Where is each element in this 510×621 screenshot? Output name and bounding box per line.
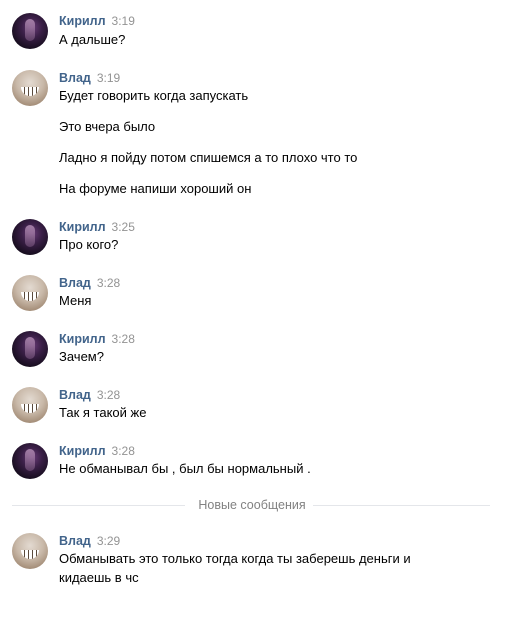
message-text: Про кого? [59, 237, 119, 252]
message-text: Меня [59, 293, 92, 308]
message-header: Кирилл 3:28 [59, 443, 135, 459]
author-name[interactable]: Кирилл [59, 331, 106, 347]
new-messages-label: Новые сообщения [198, 498, 306, 512]
message-header: Влад 3:19 [59, 70, 120, 86]
message-header: Кирилл 3:19 [59, 13, 135, 29]
message-time[interactable]: 3:19 [112, 13, 135, 29]
message-text: Ладно я пойду потом спишемся а то плохо … [59, 150, 358, 165]
message-time[interactable]: 3:25 [112, 219, 135, 235]
author-name[interactable]: Влад [59, 70, 91, 86]
author-name[interactable]: Кирилл [59, 219, 106, 235]
new-messages-divider: Новые сообщения [12, 497, 490, 513]
message-header: Влад 3:28 [59, 275, 120, 291]
author-name[interactable]: Влад [59, 275, 91, 291]
avatar[interactable] [12, 219, 48, 255]
message-header: Влад 3:29 [59, 533, 120, 549]
message-text: Так я такой же [59, 405, 147, 420]
avatar[interactable] [12, 387, 48, 423]
message-text: кидаешь в чс [59, 570, 139, 585]
avatar[interactable] [12, 443, 48, 479]
message-header: Кирилл 3:25 [59, 219, 135, 235]
message-time[interactable]: 3:29 [97, 533, 120, 549]
message-text: Зачем? [59, 349, 104, 364]
message-time[interactable]: 3:28 [112, 331, 135, 347]
message-text: Не обманывал бы , был бы нормальный . [59, 461, 311, 476]
avatar[interactable] [12, 331, 48, 367]
message-text: Обманывать это только тогда когда ты заб… [59, 551, 411, 566]
divider-line [313, 505, 490, 506]
author-name[interactable]: Влад [59, 533, 91, 549]
message-time[interactable]: 3:28 [97, 387, 120, 403]
author-name[interactable]: Кирилл [59, 443, 106, 459]
avatar[interactable] [12, 275, 48, 311]
avatar[interactable] [12, 70, 48, 106]
message-time[interactable]: 3:28 [112, 443, 135, 459]
avatar[interactable] [12, 13, 48, 49]
message-text: Это вчера было [59, 119, 156, 134]
message-header: Кирилл 3:28 [59, 331, 135, 347]
message-time[interactable]: 3:28 [97, 275, 120, 291]
message-text: На форуме напиши хороший он [59, 181, 252, 196]
message-text: А дальше? [59, 32, 126, 47]
divider-line [12, 505, 185, 506]
author-name[interactable]: Кирилл [59, 13, 106, 29]
message-text: Будет говорить когда запускать [59, 88, 249, 103]
message-time[interactable]: 3:19 [97, 70, 120, 86]
author-name[interactable]: Влад [59, 387, 91, 403]
avatar[interactable] [12, 533, 48, 569]
message-header: Влад 3:28 [59, 387, 120, 403]
